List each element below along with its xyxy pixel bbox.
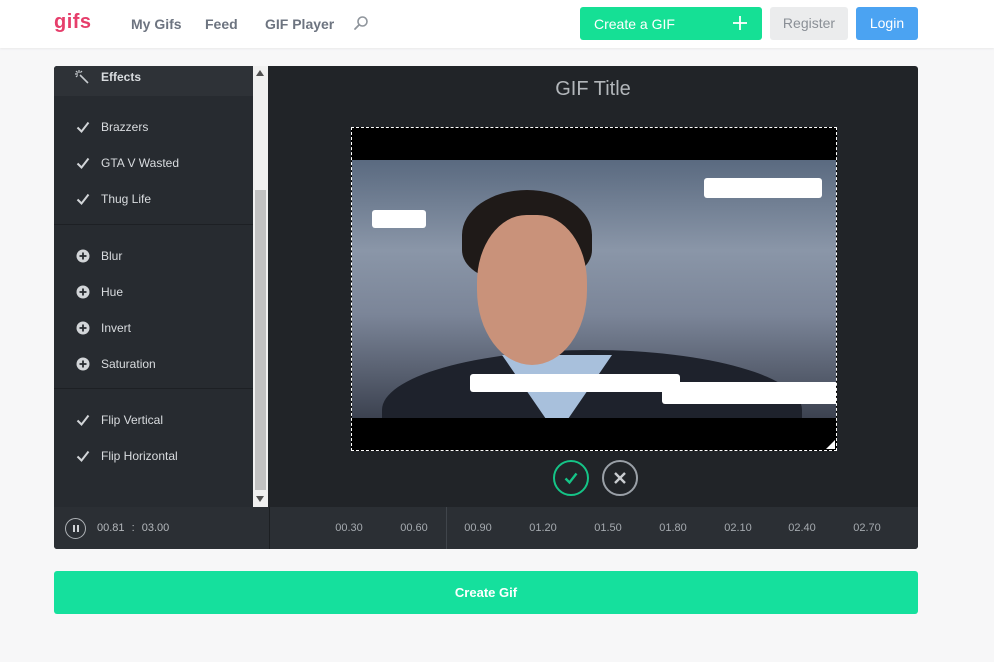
check-icon	[564, 472, 578, 485]
gifs-logo[interactable]: gifs	[54, 11, 92, 34]
effect-item-blur[interactable]: Blur	[54, 241, 253, 271]
timeline[interactable]: 00.81 : 03.00 00.30 00.60 00.90 01.20 01…	[54, 507, 918, 549]
plus-icon	[733, 16, 747, 30]
redaction-blot	[372, 210, 426, 228]
effect-item-brazzers[interactable]: Brazzers	[54, 112, 253, 142]
plus-circle-icon	[76, 249, 90, 263]
gif-preview-crop-area[interactable]	[351, 127, 837, 451]
effect-item-invert[interactable]: Invert	[54, 313, 253, 343]
scroll-down-arrow-icon[interactable]	[256, 496, 264, 502]
timeline-tick: 01.50	[594, 522, 622, 534]
total-time: 03.00	[141, 522, 170, 534]
create-a-gif-button[interactable]: Create a GIF	[580, 7, 762, 40]
effect-label: Saturation	[101, 357, 156, 371]
login-button[interactable]: Login	[856, 7, 918, 40]
sidebar-scrollbar[interactable]	[253, 66, 268, 507]
scroll-up-arrow-icon[interactable]	[256, 70, 264, 76]
check-icon	[76, 193, 90, 206]
timeline-tick: 00.60	[400, 522, 428, 534]
effect-item-flip-vertical[interactable]: Flip Vertical	[54, 405, 253, 435]
sidebar-divider	[54, 224, 253, 225]
plus-circle-icon	[76, 357, 90, 371]
effect-label: Thug Life	[101, 192, 152, 206]
search-icon[interactable]	[353, 15, 369, 31]
create-gif-button[interactable]: Create Gif	[54, 571, 918, 614]
effect-label: Flip Horizontal	[101, 449, 178, 463]
gif-editor: Effects Brazzers GTA V Wasted Thug Life …	[54, 66, 918, 549]
redaction-blot	[704, 178, 822, 198]
close-icon	[614, 472, 626, 484]
magic-wand-icon	[75, 70, 89, 84]
video-frame	[352, 160, 836, 418]
plus-circle-icon	[76, 285, 90, 299]
check-icon	[76, 157, 90, 170]
scrollbar-thumb[interactable]	[255, 190, 266, 490]
check-icon	[76, 414, 90, 427]
timeline-divider	[269, 507, 270, 549]
pause-button[interactable]	[65, 518, 86, 539]
effect-item-hue[interactable]: Hue	[54, 277, 253, 307]
effect-item-saturation[interactable]: Saturation	[54, 349, 253, 379]
plus-circle-icon	[76, 321, 90, 335]
effect-label: Hue	[101, 285, 124, 299]
effects-header[interactable]: Effects	[54, 66, 253, 96]
time-separator: :	[131, 522, 135, 534]
nav-feed[interactable]: Feed	[205, 16, 238, 32]
top-navbar: gifs My Gifs Feed GIF Player Create a GI…	[0, 0, 994, 48]
timeline-tick: 02.70	[853, 522, 881, 534]
nav-gif-player[interactable]: GIF Player	[265, 16, 334, 32]
timeline-tick: 02.40	[788, 522, 816, 534]
cancel-crop-button[interactable]	[602, 460, 638, 496]
timeline-tick: 00.30	[335, 522, 363, 534]
effects-header-label: Effects	[101, 70, 142, 84]
nav-my-gifs[interactable]: My Gifs	[131, 16, 182, 32]
effect-item-thug-life[interactable]: Thug Life	[54, 184, 253, 214]
timeline-tick: 02.10	[724, 522, 752, 534]
effect-label: Invert	[101, 321, 132, 335]
confirm-crop-button[interactable]	[553, 460, 589, 496]
gif-title[interactable]: GIF Title	[268, 78, 918, 101]
register-button[interactable]: Register	[770, 7, 848, 40]
effect-label: Flip Vertical	[101, 413, 164, 427]
timeline-tick: 01.80	[659, 522, 687, 534]
crop-resize-handle[interactable]	[826, 440, 835, 449]
effect-label: Blur	[101, 249, 123, 263]
video-subject-face	[477, 215, 587, 365]
check-icon	[76, 121, 90, 134]
effect-label: Brazzers	[101, 120, 149, 134]
check-icon	[76, 450, 90, 463]
time-readout: 00.81 : 03.00	[97, 522, 169, 534]
redaction-blot	[470, 374, 680, 392]
redaction-blot	[662, 382, 836, 404]
playhead[interactable]	[446, 507, 447, 549]
sidebar-divider	[54, 388, 253, 389]
create-a-gif-label: Create a GIF	[594, 16, 675, 32]
timeline-tick: 01.20	[529, 522, 557, 534]
effect-item-flip-horizontal[interactable]: Flip Horizontal	[54, 441, 253, 471]
effect-item-gta-v-wasted[interactable]: GTA V Wasted	[54, 148, 253, 178]
timeline-tick: 00.90	[464, 522, 492, 534]
effects-sidebar: Effects Brazzers GTA V Wasted Thug Life …	[54, 66, 253, 507]
current-time: 00.81	[97, 522, 125, 534]
effect-label: GTA V Wasted	[101, 156, 180, 170]
